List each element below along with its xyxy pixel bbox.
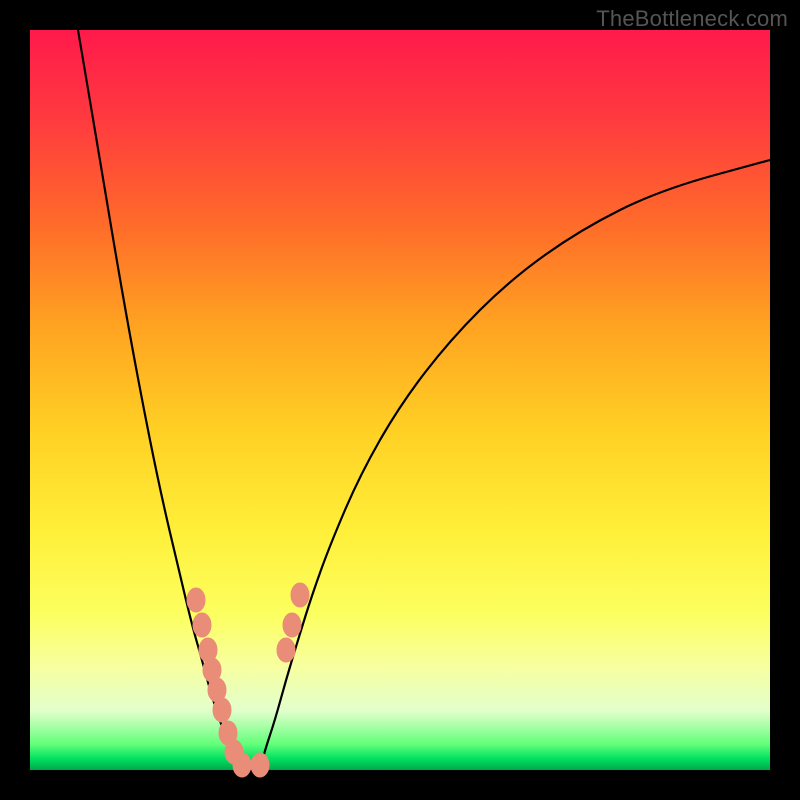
data-marker <box>291 583 309 607</box>
data-marker <box>233 753 251 777</box>
right-branch-curve <box>260 160 770 770</box>
right-branch-markers <box>251 583 309 777</box>
data-marker <box>277 638 295 662</box>
curves-svg <box>30 30 770 770</box>
left-branch-markers <box>187 588 251 777</box>
data-marker <box>187 588 205 612</box>
data-marker <box>213 698 231 722</box>
data-marker <box>193 613 211 637</box>
watermark-text: TheBottleneck.com <box>596 6 788 32</box>
plot-area <box>30 30 770 770</box>
data-marker <box>283 613 301 637</box>
chart-frame: TheBottleneck.com <box>0 0 800 800</box>
data-marker <box>251 753 269 777</box>
